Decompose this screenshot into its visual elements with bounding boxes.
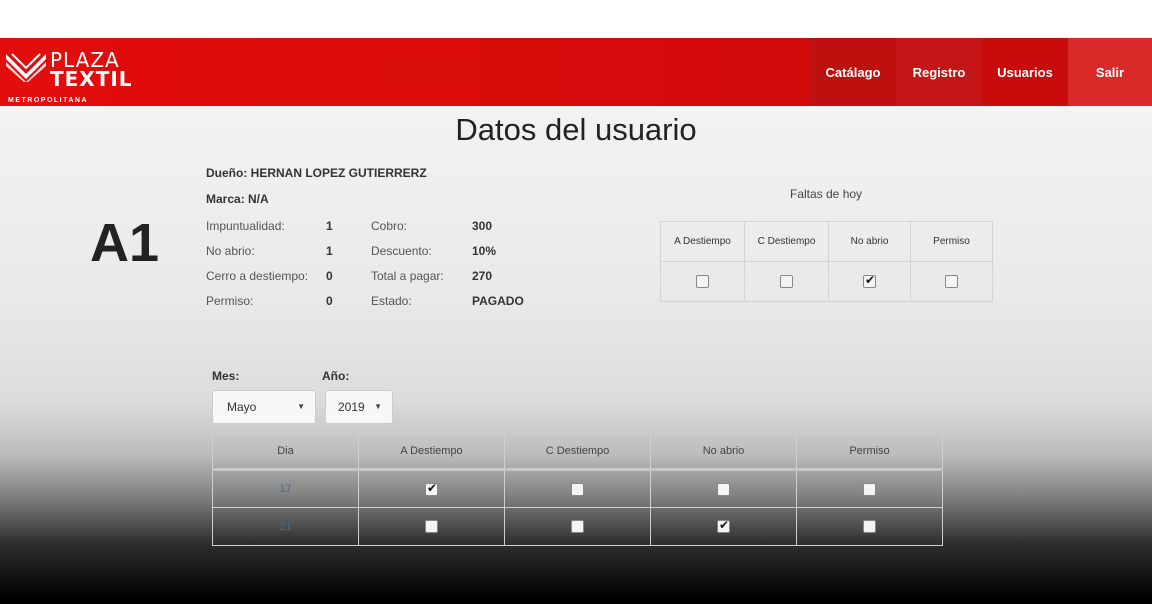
column-header: A Destiempo — [358, 433, 505, 471]
stat-value: 1 — [326, 219, 333, 233]
nav-item-usuarios[interactable]: Usuarios — [982, 38, 1068, 106]
stat-label: Total a pagar: — [371, 269, 444, 283]
chevron-down-icon: ▼ — [297, 402, 305, 411]
anio-select-value: 2019 — [338, 400, 365, 414]
logo-line3: METROPOLITANA — [8, 97, 89, 104]
anio-label: Año: — [322, 369, 350, 383]
checkbox-permiso[interactable] — [863, 520, 876, 533]
column-header: Permiso — [910, 221, 993, 262]
checkbox-c-destiempo[interactable] — [571, 520, 584, 533]
table-header-row: A Destiempo C Destiempo No abrio Permiso — [660, 221, 993, 262]
faltas-hoy-table: A Destiempo C Destiempo No abrio Permiso — [660, 221, 993, 302]
stat-label: No abrio: — [206, 244, 255, 258]
stat-label: Cobro: — [371, 219, 408, 233]
logo[interactable]: PLAZA TEXTIL METROPOLITANA — [6, 46, 146, 104]
column-header: Dia — [212, 433, 359, 471]
mes-select[interactable]: Mayo ▼ — [212, 390, 316, 424]
day-cell[interactable]: 17 — [212, 469, 359, 508]
logo-mark-icon — [6, 53, 46, 82]
mes-label: Mes: — [212, 369, 240, 383]
stat-value: 1 — [326, 244, 333, 258]
nav-item-salir[interactable]: Salir — [1068, 38, 1152, 106]
stat-value: 270 — [472, 269, 493, 283]
column-header: Permiso — [796, 433, 943, 471]
store-code: A1 — [90, 213, 160, 273]
checkbox-a-destiempo[interactable] — [425, 481, 438, 496]
owner-name: Dueño: HERNAN LOPEZ GUTIERRERZ — [206, 166, 427, 180]
day-cell[interactable]: 21 — [212, 507, 359, 546]
nav-item-registro[interactable]: Registro — [896, 38, 982, 106]
checkbox-no-abrio[interactable] — [717, 518, 730, 533]
table-row: 17 — [212, 469, 943, 508]
stat-row: Permiso: 0 Estado: PAGADO — [206, 294, 536, 319]
stat-label: Estado: — [371, 294, 412, 308]
nav-item-catalogo[interactable]: Catálago — [810, 38, 896, 106]
month-attendance-table: Dia A Destiempo C Destiempo No abrio Per… — [212, 433, 943, 546]
mes-select-value: Mayo — [227, 400, 257, 414]
stat-value: 300 — [472, 219, 493, 233]
column-header: No abrio — [828, 221, 911, 262]
checkbox-no-abrio[interactable] — [717, 482, 730, 496]
checkbox-c-destiempo[interactable] — [780, 275, 793, 288]
stat-row: No abrio: 1 Descuento: 10% — [206, 244, 536, 269]
checkbox-a-destiempo[interactable] — [696, 275, 709, 288]
brand-name: Marca: N/A — [206, 192, 269, 206]
faltas-hoy-label: Faltas de hoy — [790, 187, 863, 201]
stat-value: 0 — [326, 294, 333, 308]
checkbox-permiso[interactable] — [945, 275, 958, 288]
page-title: Datos del usuario — [455, 112, 697, 147]
stat-row: Cerro a destiempo: 0 Total a pagar: 270 — [206, 269, 536, 294]
table-header-row: Dia A Destiempo C Destiempo No abrio Per… — [212, 433, 943, 471]
logo-line2: TEXTIL — [50, 67, 133, 91]
table-row: 21 — [212, 507, 943, 546]
nav-menu: Catálago Registro Usuarios Salir — [810, 38, 1152, 106]
user-stats: Impuntualidad: 1 Cobro: 300 No abrio: 1 … — [206, 219, 536, 319]
checkbox-no-abrio[interactable] — [863, 273, 876, 288]
stat-label: Cerro a destiempo: — [206, 269, 309, 283]
stat-label: Permiso: — [206, 294, 254, 308]
navbar: PLAZA TEXTIL METROPOLITANA Catálago Regi… — [0, 38, 1152, 106]
chevron-down-icon: ▼ — [374, 402, 382, 411]
stat-value: PAGADO — [472, 294, 524, 308]
checkbox-c-destiempo[interactable] — [571, 482, 584, 496]
checkbox-a-destiempo[interactable] — [425, 520, 438, 533]
stat-value: 0 — [326, 269, 333, 283]
anio-select[interactable]: 2019 ▼ — [325, 390, 393, 424]
stat-label: Descuento: — [371, 244, 432, 258]
checkbox-permiso[interactable] — [863, 482, 876, 496]
stat-value: 10% — [472, 244, 497, 258]
table-row — [660, 261, 993, 302]
column-header: No abrio — [650, 433, 797, 471]
stat-row: Impuntualidad: 1 Cobro: 300 — [206, 219, 536, 244]
column-header: A Destiempo — [660, 221, 745, 262]
column-header: C Destiempo — [504, 433, 651, 471]
stat-label: Impuntualidad: — [206, 219, 285, 233]
column-header: C Destiempo — [744, 221, 829, 262]
